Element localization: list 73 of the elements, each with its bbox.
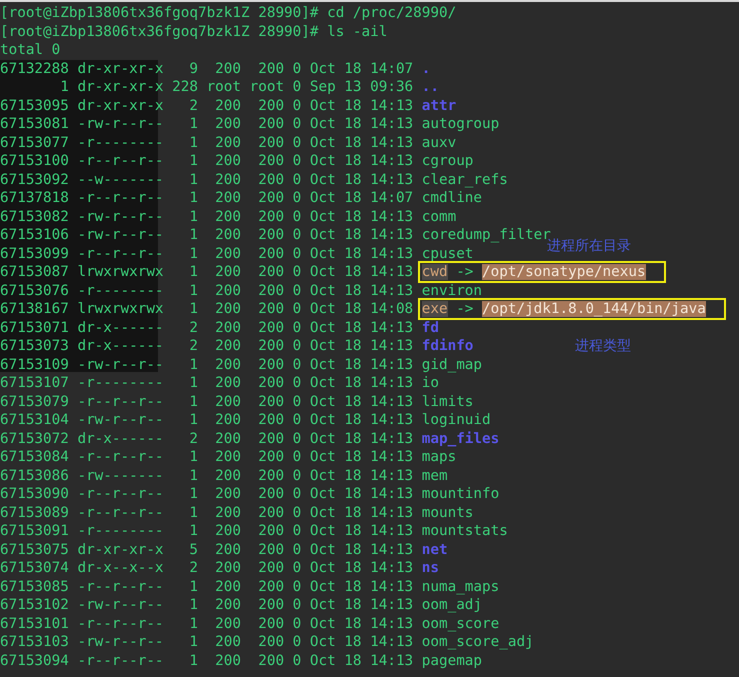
file-name: fd [422, 320, 439, 336]
output-line: total 0 [0, 42, 60, 58]
file-name: ns [422, 560, 439, 576]
file-name: net [422, 542, 448, 558]
entry-details: 67153106 -rw-r--r-- 1 200 200 0 Oct 18 14:13 [0, 227, 414, 244]
file-name: mem [422, 468, 448, 484]
file-name: loginuid [422, 412, 491, 428]
file-name: limits [422, 394, 474, 410]
entry-details: 67153071 dr-x------ 2 200 200 0 Oct 18 14:13 [0, 320, 414, 336]
entry-details: 67153101 -r--r--r-- 1 200 200 0 Oct 18 14:13 [0, 616, 414, 632]
entry-details: 67138167 lrwxrwxrwx 1 200 200 0 Oct 18 14:08 [0, 301, 414, 318]
entry-details: 67153102 -rw-r--r-- 1 200 200 0 Oct 18 14:13 [0, 597, 414, 614]
file-name: gid_map [422, 356, 482, 373]
entry-details: 67153099 -r--r--r-- 1 200 200 0 Oct 18 14:13 [0, 246, 414, 262]
file-name: oom_score_adj [422, 634, 534, 650]
link-arrow: -> [455, 264, 474, 280]
file-name: fdinfo [422, 338, 474, 354]
entry-details: 67153075 dr-xr-xr-x 5 200 200 0 Oct 18 14:13 [0, 542, 414, 558]
file-name: numa_maps [422, 578, 500, 595]
link-target: /opt/sonatype/nexus [482, 264, 646, 280]
entry-details: 67137818 -r--r--r-- 1 200 200 0 Oct 18 14:07 [0, 190, 414, 206]
entry-details: 67153095 dr-xr-xr-x 2 200 200 0 Oct 18 14:13 [0, 98, 414, 114]
file-name: auxv [422, 134, 456, 151]
file-name: cmdline [422, 190, 482, 206]
file-name: map_files [422, 430, 500, 447]
entry-details: 67153100 -r--r--r-- 1 200 200 0 Oct 18 14:13 [0, 153, 414, 170]
entry-details: 67153089 -r--r--r-- 1 200 200 0 Oct 18 14:13 [0, 504, 414, 521]
command-line: [root@iZbp13806tx36fgoq7bzk1Z 28990]# ls -ail [0, 24, 388, 40]
file-name: environ [422, 282, 482, 299]
link-name: cwd [422, 264, 448, 280]
entry-details: 67153107 -r-------- 1 200 200 0 Oct 18 14:13 [0, 375, 414, 392]
file-name: cgroup [422, 153, 474, 170]
command-line: [root@iZbp13806tx36fgoq7bzk1Z 28990]# cd /proc/28990/ [0, 5, 456, 22]
file-name: cpuset [422, 246, 474, 262]
link-name: exe [422, 301, 448, 318]
entry-details: 67153076 -r-------- 1 200 200 0 Oct 18 14:13 [0, 282, 414, 299]
entry-details: 1 dr-xr-xr-x 228 root root 0 Sep 13 09:36 [59, 79, 414, 96]
file-name: mounts [422, 504, 474, 521]
file-name: clear_refs [422, 172, 508, 188]
file-name: maps [422, 449, 456, 466]
entry-details: 67153072 dr-x------ 2 200 200 0 Oct 18 14:13 [0, 430, 414, 447]
entry-details: 67153079 -r--r--r-- 1 200 200 0 Oct 18 14:13 [0, 394, 414, 410]
link-target: /opt/jdk1.8.0_144/bin/java [482, 301, 706, 318]
file-name: attr [422, 98, 456, 114]
entry-details: 67153091 -r-------- 1 200 200 0 Oct 18 14:13 [0, 523, 414, 540]
file-name: autogroup [422, 116, 500, 132]
file-name: comm [422, 208, 456, 225]
entry-details: 67153094 -r--r--r-- 1 200 200 0 Oct 18 14:13 [0, 652, 414, 669]
file-name: mountinfo [422, 486, 500, 502]
file-name: pagemap [422, 652, 482, 669]
file-name: .. [422, 79, 439, 96]
entry-details: 67153082 -rw-r--r-- 1 200 200 0 Oct 18 14:13 [0, 208, 414, 225]
entry-details: 67153109 -rw-r--r-- 1 200 200 0 Oct 18 14:13 [0, 356, 414, 373]
entry-details: 67153104 -rw-r--r-- 1 200 200 0 Oct 18 14:13 [0, 412, 414, 428]
file-name: oom_adj [422, 597, 482, 614]
entry-details: 67153085 -r--r--r-- 1 200 200 0 Oct 18 14:13 [0, 578, 414, 595]
file-name: mountstats [422, 523, 508, 540]
entry-details: 67153087 lrwxrwxrwx 1 200 200 0 Oct 18 14:13 [0, 264, 414, 280]
entry-details: 67153077 -r-------- 1 200 200 0 Oct 18 14:13 [0, 134, 414, 151]
entry-details: 67153103 -rw-r--r-- 1 200 200 0 Oct 18 14:13 [0, 634, 414, 650]
entry-details: 67153086 -rw------- 1 200 200 0 Oct 18 14:13 [0, 468, 414, 484]
link-arrow: -> [455, 301, 474, 318]
entry-details: 67153081 -rw-r--r-- 1 200 200 0 Oct 18 14:13 [0, 116, 414, 132]
entry-details: 67153092 --w------- 1 200 200 0 Oct 18 14:13 [0, 172, 414, 188]
file-name: oom_score [422, 616, 500, 632]
annotation-label: 进程类型 [575, 337, 631, 355]
file-name: io [422, 375, 439, 392]
entry-details: 67153090 -r--r--r-- 1 200 200 0 Oct 18 14:13 [0, 486, 414, 502]
entry-details: 67153074 dr-x--x--x 2 200 200 0 Oct 18 14:13 [0, 560, 414, 576]
file-name: . [422, 60, 430, 77]
entry-details: 67132288 dr-xr-xr-x 9 200 200 0 Oct 18 14:07 [0, 60, 414, 77]
entry-details: 67153084 -r--r--r-- 1 200 200 0 Oct 18 14:13 [0, 449, 414, 466]
entry-details: 67153073 dr-x------ 2 200 200 0 Oct 18 14:13 [0, 338, 414, 354]
